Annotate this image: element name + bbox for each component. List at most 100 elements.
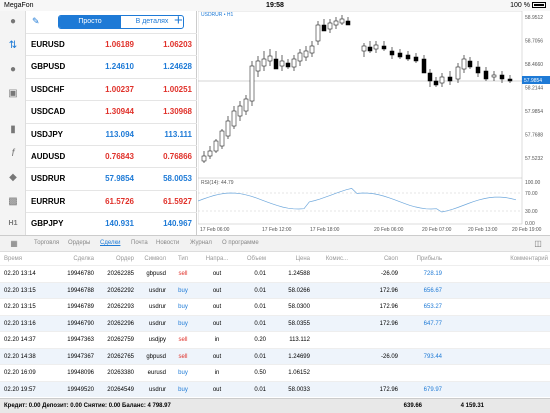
quote-row[interactable]: USDCAD 1.30944 1.30968 [26, 100, 197, 122]
objects-icon[interactable]: ◆ [5, 171, 21, 185]
quote-row[interactable]: USDJPY 113.094 113.111 [26, 122, 197, 145]
quote-ask: 61.5927 [163, 196, 192, 206]
chat-icon[interactable]: ● [5, 63, 21, 77]
add-symbol-icon[interactable]: + [174, 12, 183, 29]
quote-row[interactable]: EURRUR 61.5726 61.5927 [26, 189, 197, 212]
simple-view-button[interactable]: Просто [59, 16, 121, 28]
candle-body [447, 76, 453, 82]
deal-cell: 0.50 [254, 370, 266, 376]
deal-row[interactable]: 02.20 13:16 19946790 20262296 usdrur buy out 0… [0, 314, 550, 331]
deal-row[interactable]: 02.20 13:15 19946789 20262293 usdrur buy out 0… [0, 298, 550, 314]
tab-2[interactable]: Сделки [100, 240, 120, 246]
account-icon[interactable]: ● [5, 15, 21, 29]
quote-symbol: USDCAD [31, 107, 66, 117]
profit-total: 4 159.31 [460, 403, 484, 409]
candle-body [499, 74, 505, 80]
deal-cell: 0.01 [254, 386, 266, 393]
column-header[interactable]: Время [4, 256, 54, 262]
balance-footer: Кредит: 0.00 Депозит: 0.00 Снятие: 0.00 … [0, 398, 550, 413]
app-root: MegaFon 19:58 100 % ● ⇅ ● ▣ ▮ f ◆ ▩ H1 ✎… [0, 0, 550, 413]
document-icon[interactable]: ▣ [5, 87, 21, 101]
price-tick: 58.7056 [525, 39, 543, 45]
deal-cell: 793.44 [423, 353, 442, 360]
quote-row[interactable]: USDRUR 57.9854 58.0053 [26, 167, 197, 189]
clock: 19:58 [266, 2, 284, 9]
edit-icon[interactable]: ✎ [32, 16, 40, 27]
candle-body [427, 72, 433, 82]
deal-row[interactable]: 02.20 13:15 19946788 20262292 usdrur buy out 0… [0, 281, 550, 298]
deal-cell: 0.01 [254, 287, 266, 294]
quote-bid: 113.094 [105, 129, 134, 139]
column-header[interactable]: Комис... [312, 256, 348, 262]
tab-4[interactable]: Новости [156, 240, 179, 246]
quote-bid: 57.9854 [105, 174, 134, 184]
deal-cell: 20262759 [107, 337, 134, 343]
deal-row[interactable]: 02.20 14:38 19947367 20262765 gbpusd sell out… [0, 347, 550, 364]
deal-cell: out [212, 271, 222, 277]
deal-cell: 1.24588 [288, 271, 310, 277]
time-label: 17 Feb 18:00 [310, 227, 340, 233]
candle-body [303, 50, 309, 58]
quote-row[interactable]: USDCHF 1.00237 1.00251 [26, 77, 197, 100]
tab-0[interactable]: Торговля [34, 240, 59, 246]
layout-icon[interactable]: ◫ [530, 237, 546, 251]
quote-row[interactable]: GBPJPY 140.931 140.967 [26, 212, 197, 234]
deal-cell: 02.20 13:15 [4, 304, 36, 310]
deal-cell: buy [178, 370, 188, 376]
deal-cell: 19946780 [67, 271, 94, 277]
calendar-icon[interactable]: ▦ [6, 237, 22, 251]
deal-cell: gbpusd [146, 353, 166, 360]
function-icon[interactable]: f [5, 147, 21, 161]
deal-cell: buy [178, 320, 188, 327]
quotes-arrows-icon[interactable]: ⇅ [5, 39, 21, 53]
price-tick: 58.2144 [525, 86, 543, 92]
deal-row[interactable]: 02.20 19:57 19949520 20264549 usdrur buy out 0… [0, 380, 550, 397]
quote-symbol: USDRUR [31, 174, 66, 184]
candle-body [237, 105, 243, 117]
candle-body [207, 150, 213, 157]
deal-row[interactable]: 02.20 13:14 19946780 20262285 gbpusd sell out… [0, 265, 550, 281]
quote-bid: 0.76843 [105, 152, 134, 161]
candle-body [397, 52, 403, 58]
templates-icon[interactable]: ▩ [5, 195, 21, 209]
column-header[interactable]: Сделка [54, 256, 94, 262]
column-header[interactable]: Напра... [200, 256, 234, 262]
deal-cell: usdjpy [148, 337, 166, 343]
quote-row[interactable]: AUDUSD 0.76843 0.76866 [26, 145, 197, 167]
deal-cell: sell [178, 271, 188, 277]
quote-ask: 0.76866 [163, 152, 192, 161]
candles-icon[interactable]: ▮ [5, 123, 21, 137]
deal-row[interactable]: 02.20 16:09 19948096 20263380 eurusd buy in 0.… [0, 364, 550, 380]
column-header[interactable]: Тип [168, 256, 198, 262]
column-header[interactable]: Своп [350, 256, 398, 262]
column-header[interactable]: Прибыль [400, 256, 442, 262]
deal-cell: 58.0300 [288, 304, 310, 310]
deal-row[interactable]: 02.20 14:37 19947363 20262759 usdjpy sell in 0… [0, 331, 550, 347]
deal-cell: 172.96 [379, 287, 398, 294]
quote-row[interactable]: EURUSD 1.06189 1.06203 [26, 33, 197, 55]
chart-area[interactable]: 58.9512 58.7056 58.4660 58.2144 57.9854 57.76… [198, 11, 550, 235]
tab-6[interactable]: О программе [222, 240, 259, 246]
column-header[interactable]: Объем [236, 256, 266, 262]
deal-cell: usdrur [148, 386, 166, 393]
time-label: 20 Feb 07:00 [422, 227, 452, 233]
tab-5[interactable]: Журнал [190, 240, 212, 246]
column-header[interactable]: Символ [134, 256, 166, 262]
rsi-tick: 70.00 [525, 191, 538, 197]
candle-body [461, 58, 467, 70]
rsi-line [198, 188, 517, 213]
deal-cell: out [212, 353, 222, 360]
candle-body [507, 78, 513, 82]
deal-cell: 02.20 13:16 [4, 320, 36, 327]
column-header[interactable]: Комментарий [488, 256, 548, 262]
price-chart: 58.9512 58.7056 58.4660 58.2144 57.9854 57.76… [198, 11, 550, 233]
candle-body [345, 20, 351, 26]
toolbox-tabs: ▦ Торговля Ордеры Сделки Почта Новости Журнал… [0, 235, 550, 252]
tab-1[interactable]: Ордеры [68, 240, 90, 246]
quote-row[interactable]: GBPUSD 1.24610 1.24628 [26, 55, 197, 77]
tab-3[interactable]: Почта [131, 240, 148, 246]
quote-ask: 58.0053 [163, 174, 192, 184]
column-header[interactable]: Ордер [96, 256, 134, 262]
column-header[interactable]: Цена [268, 256, 310, 262]
timeframe-icon[interactable]: H1 [5, 217, 21, 231]
